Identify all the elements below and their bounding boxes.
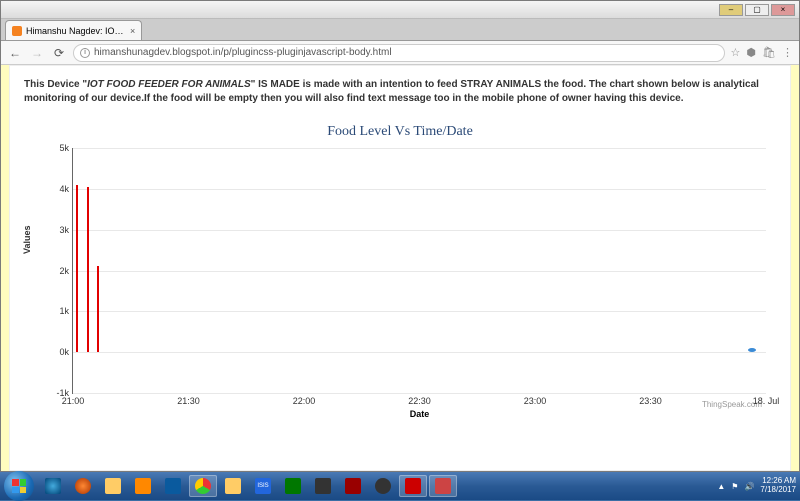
y-tick: 4k [59, 184, 73, 194]
x-tick: 23:30 [639, 393, 662, 406]
menu-icon[interactable]: ⋮ [782, 46, 793, 59]
taskbar-app6-icon[interactable] [369, 475, 397, 497]
window-close-button[interactable]: × [771, 4, 795, 16]
x-axis-label: Date [410, 409, 430, 419]
taskbar-app-icon[interactable] [159, 475, 187, 497]
site-info-icon[interactable]: i [80, 48, 90, 58]
toolbar: ← → ⟳ i himanshunagdev.blogspot.in/p/plu… [1, 41, 799, 65]
reload-button[interactable]: ⟳ [51, 45, 67, 61]
url-text: himanshunagdev.blogspot.in/p/plugincss-p… [94, 47, 392, 58]
tray-flag-icon[interactable]: ▲ [717, 482, 725, 491]
x-tick: 23:00 [524, 393, 547, 406]
y-tick: 1k [59, 306, 73, 316]
browser-window: – ▢ × Himanshu Nagdev: IOT F × ← → ⟳ i h… [0, 0, 800, 472]
x-tick: 18. Jul [753, 393, 780, 406]
x-tick: 21:00 [62, 393, 85, 406]
taskbar-firefox-icon[interactable] [69, 475, 97, 497]
taskbar-app5-icon[interactable] [339, 475, 367, 497]
cart-icon[interactable]: 🛍 [762, 46, 776, 59]
taskbar-app7-icon[interactable] [429, 475, 457, 497]
taskbar-app4-icon[interactable] [309, 475, 337, 497]
plot-area: Date ThingSpeak.com -1k0k1k2k3k4k5k21:00… [72, 148, 766, 394]
taskbar-chrome-icon[interactable] [189, 475, 217, 497]
y-tick: 2k [59, 266, 73, 276]
os-titlebar: – ▢ × [1, 1, 799, 19]
taskbar: ISIS ▲ ⚑ 🔊 12:26 AM7/18/2017 [0, 472, 800, 500]
tab-title: Himanshu Nagdev: IOT F [26, 26, 126, 36]
system-tray[interactable]: ▲ ⚑ 🔊 12:26 AM7/18/2017 [717, 477, 796, 495]
bookmark-icon[interactable]: ☆ [731, 46, 741, 59]
x-tick: 22:30 [408, 393, 431, 406]
x-tick: 21:30 [177, 393, 200, 406]
extension-icon[interactable]: ⬢ [746, 46, 756, 59]
clock[interactable]: 12:26 AM7/18/2017 [760, 477, 796, 495]
window-maximize-button[interactable]: ▢ [745, 4, 769, 16]
favicon-icon [12, 26, 22, 36]
description-text: This Device "IOT FOOD FEEDER FOR ANIMALS… [24, 78, 776, 106]
series-red-bar [97, 266, 99, 352]
series-red-bar [76, 185, 78, 352]
taskbar-isis-icon[interactable]: ISIS [249, 475, 277, 497]
tray-volume-icon[interactable]: 🔊 [744, 482, 754, 491]
y-axis-label: Values [22, 225, 32, 254]
taskbar-media-icon[interactable] [129, 475, 157, 497]
y-tick: 5k [59, 143, 73, 153]
taskbar-explorer-icon[interactable] [99, 475, 127, 497]
page-content: This Device "IOT FOOD FEEDER FOR ANIMALS… [1, 65, 799, 471]
tab-close-icon[interactable]: × [130, 26, 135, 36]
taskbar-app2-icon[interactable] [219, 475, 247, 497]
y-tick: 3k [59, 225, 73, 235]
series-red-bar [87, 187, 89, 352]
taskbar-pdf-icon[interactable] [399, 475, 427, 497]
tray-network-icon[interactable]: ⚑ [731, 482, 738, 491]
back-button[interactable]: ← [7, 45, 23, 61]
start-button[interactable] [4, 471, 34, 501]
y-tick: 0k [59, 347, 73, 357]
windows-logo-icon [12, 479, 26, 493]
x-tick: 22:00 [293, 393, 316, 406]
series-blue-point [748, 348, 756, 352]
window-minimize-button[interactable]: – [719, 4, 743, 16]
taskbar-app3-icon[interactable] [279, 475, 307, 497]
tab-strip: Himanshu Nagdev: IOT F × [1, 19, 799, 41]
address-bar[interactable]: i himanshunagdev.blogspot.in/p/plugincss… [73, 44, 725, 62]
chart-title: Food Level Vs Time/Date [24, 124, 776, 140]
chart: Food Level Vs Time/Date Values Date Thin… [24, 124, 776, 424]
taskbar-ie-icon[interactable] [39, 475, 67, 497]
browser-tab[interactable]: Himanshu Nagdev: IOT F × [5, 20, 142, 40]
forward-button: → [29, 45, 45, 61]
